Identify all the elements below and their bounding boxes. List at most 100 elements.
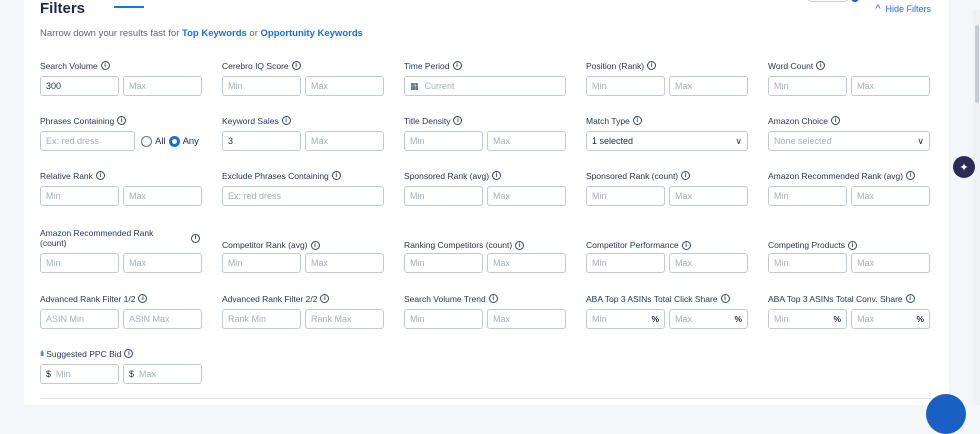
info-icon[interactable]: i — [681, 171, 691, 180]
competitor-performance-min-input[interactable]: Min — [586, 253, 665, 273]
cerebro-iq-filter: Cerebro IQ Score i Min Max — [222, 60, 384, 96]
adv-rank-1-min-input[interactable]: ASIN Min — [40, 309, 119, 329]
info-icon[interactable]: i — [291, 61, 301, 70]
sponsored-rank-count-max-input[interactable]: Max — [669, 186, 748, 206]
position-rank-max-input[interactable]: Max — [669, 76, 748, 96]
ranking-competitors-max-input[interactable]: Max — [487, 253, 566, 273]
competitor-performance-max-input[interactable]: Max — [669, 253, 748, 273]
competing-products-max-input[interactable]: Max — [851, 253, 930, 273]
relative-rank-min-input[interactable]: Min — [40, 186, 119, 206]
sponsored-rank-count-filter: Sponsored Rank (count) i Min Max — [586, 170, 748, 206]
ai-assistant-icon[interactable]: ✦ — [953, 156, 975, 178]
adv-rank-1-max-input[interactable]: ASIN Max — [123, 309, 202, 329]
amazon-rec-rank-count-max-input[interactable]: Max — [123, 253, 202, 273]
info-icon[interactable]: i — [906, 171, 916, 180]
keyword-sales-max-input[interactable]: Max — [305, 131, 384, 151]
info-icon[interactable]: i — [681, 241, 691, 250]
ppc-bid-min-input[interactable]: $ Min — [40, 364, 119, 384]
position-rank-min-input[interactable]: Min — [586, 76, 665, 96]
position-rank-filter: Position (Rank) i Min Max — [586, 60, 748, 96]
aba-click-min-value: Min — [592, 314, 607, 324]
aba-conv-min-input[interactable]: Min% — [768, 309, 847, 329]
top-keywords-link[interactable]: Top Keywords — [182, 28, 247, 39]
info-icon[interactable]: i — [310, 241, 320, 250]
info-icon[interactable]: i — [320, 294, 330, 303]
aba-click-min-input[interactable]: Min% — [586, 309, 665, 329]
info-icon[interactable]: i — [632, 116, 642, 125]
amazon-choice-label: Amazon Choice — [768, 115, 829, 126]
info-icon[interactable]: i — [848, 241, 858, 250]
info-icon[interactable]: i — [488, 294, 498, 303]
time-period-filter: Time Period i ▦ Current — [404, 60, 566, 96]
info-icon[interactable]: i — [331, 171, 341, 180]
amazon-rec-rank-avg-max-input[interactable]: Max — [851, 186, 930, 206]
match-type-select[interactable]: 1 selected ∨ — [586, 131, 748, 151]
sv-trend-min-input[interactable]: Min — [404, 309, 483, 329]
sponsored-rank-avg-max-input[interactable]: Max — [487, 186, 566, 206]
info-icon[interactable]: i — [281, 116, 291, 125]
cerebro-iq-label: Cerebro IQ Score — [222, 60, 289, 71]
radio-all[interactable] — [141, 135, 152, 147]
amazon-rec-rank-avg-min-input[interactable]: Min — [768, 186, 847, 206]
amazon-rec-rank-avg-filter: Amazon Recommended Rank (avg) i Min Max — [768, 170, 930, 206]
title-density-max-input[interactable]: Max — [487, 131, 566, 151]
sv-trend-label: Search Volume Trend — [404, 293, 486, 304]
time-period-value: Current — [424, 81, 455, 91]
title-density-min-input[interactable]: Min — [404, 131, 483, 151]
ranking-competitors-min-input[interactable]: Min — [404, 253, 483, 273]
time-period-input[interactable]: ▦ Current — [404, 76, 566, 96]
aba-conv-max-input[interactable]: Max% — [851, 309, 930, 329]
radio-any[interactable] — [168, 135, 180, 147]
word-count-min-input[interactable]: Min — [768, 76, 847, 96]
info-icon[interactable]: i — [138, 294, 148, 303]
amazon-choice-select[interactable]: None selected ∨ — [768, 131, 930, 151]
relative-rank-max-input[interactable]: Max — [123, 186, 202, 206]
match-mode-radio-group: All Any — [141, 135, 199, 147]
opportunity-keywords-link[interactable]: Opportunity Keywords — [261, 28, 363, 39]
competitor-rank-avg-min-input[interactable]: Min — [222, 253, 301, 273]
info-icon[interactable]: i — [100, 61, 110, 70]
info-icon[interactable]: i — [647, 61, 657, 70]
floating-action-button[interactable] — [926, 394, 966, 434]
sponsored-rank-count-min-input[interactable]: Min — [586, 186, 665, 206]
search-volume-min-input[interactable]: 300 — [40, 76, 119, 96]
adv-rank-2-min-input[interactable]: Rank Min — [222, 309, 301, 329]
keyword-sales-min-input[interactable]: 3 — [222, 131, 301, 151]
cerebro-iq-max-input[interactable]: Max — [305, 76, 384, 96]
info-icon[interactable]: i — [492, 171, 502, 180]
info-icon[interactable]: i — [720, 294, 730, 303]
info-icon[interactable]: i — [905, 294, 915, 303]
radio-all-label[interactable]: All — [155, 136, 166, 147]
info-icon[interactable]: i — [191, 233, 200, 243]
word-count-max-input[interactable]: Max — [851, 76, 930, 96]
info-icon[interactable]: i — [515, 241, 525, 250]
phrases-containing-input[interactable]: Ex: red dress — [40, 131, 135, 151]
info-icon[interactable]: i — [117, 116, 127, 125]
top-toggle-control[interactable] — [807, 0, 849, 2]
info-icon[interactable]: i — [95, 171, 105, 180]
scrollbar-thumb[interactable] — [975, 25, 979, 103]
sponsored-rank-avg-min-input[interactable]: Min — [404, 186, 483, 206]
search-volume-max-input[interactable]: Max — [123, 76, 202, 96]
adv-rank-filter-1: Advanced Rank Filter 1/2 i ASIN Min ASIN … — [40, 293, 202, 329]
ppc-bid-max-input[interactable]: $ Max — [123, 364, 202, 384]
amazon-rec-rank-count-min-input[interactable]: Min — [40, 253, 119, 273]
info-icon[interactable]: i — [124, 349, 134, 358]
info-icon[interactable]: i — [831, 116, 841, 125]
info-icon[interactable]: i — [453, 116, 463, 125]
competitor-rank-avg-max-input[interactable]: Max — [305, 253, 384, 273]
adv-rank-2-label: Advanced Rank Filter 2/2 — [222, 293, 318, 304]
hide-filters-button[interactable]: ^ Hide Filters — [875, 3, 931, 14]
cerebro-iq-min-input[interactable]: Min — [222, 76, 301, 96]
radio-any-label[interactable]: Any — [183, 136, 199, 147]
sv-trend-max-input[interactable]: Max — [487, 309, 566, 329]
info-icon[interactable]: i — [816, 61, 826, 70]
relative-rank-label: Relative Rank — [40, 170, 93, 181]
keyword-sales-filter: Keyword Sales i 3 Max — [222, 115, 384, 151]
aba-click-max-input[interactable]: Max% — [669, 309, 748, 329]
competing-products-min-input[interactable]: Min — [768, 253, 847, 273]
dollar-unit: $ — [129, 369, 135, 379]
info-icon[interactable]: i — [452, 61, 462, 70]
adv-rank-2-max-input[interactable]: Rank Max — [305, 309, 384, 329]
exclude-phrases-input[interactable]: Ex: red dress — [222, 186, 384, 206]
